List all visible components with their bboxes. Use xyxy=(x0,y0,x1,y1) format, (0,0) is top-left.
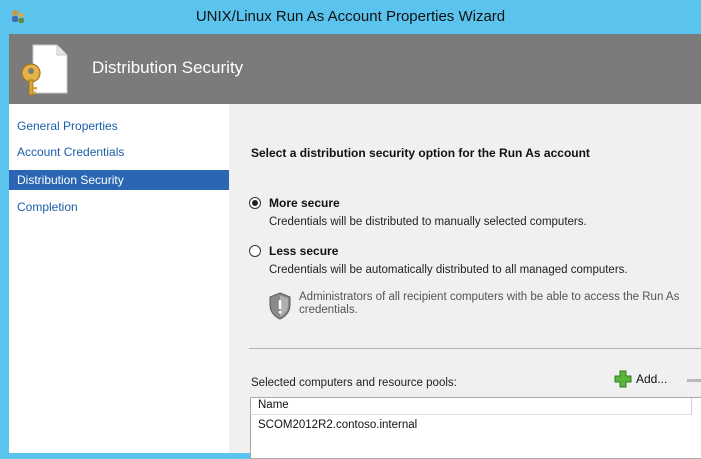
info-text-line-1: Administrators of all recipient computer… xyxy=(299,291,680,303)
add-button-label[interactable]: Add... xyxy=(636,372,667,386)
wizard-window: UNIX/Linux Run As Account Properties Wiz… xyxy=(0,0,701,459)
pools-list[interactable]: Name SCOM2012R2.contoso.internal xyxy=(250,397,701,459)
add-button[interactable]: Add... xyxy=(614,368,667,390)
section-heading: Select a distribution security option fo… xyxy=(251,146,590,160)
plus-icon xyxy=(614,370,632,388)
list-item[interactable]: SCOM2012R2.contoso.internal xyxy=(258,419,417,431)
wizard-nav: General Properties Account Credentials D… xyxy=(9,104,229,453)
column-header-name[interactable]: Name xyxy=(251,398,692,415)
separator xyxy=(249,348,701,349)
page-title: Distribution Security xyxy=(92,58,244,77)
window-title: UNIX/Linux Run As Account Properties Wiz… xyxy=(195,8,506,25)
pools-label: Selected computers and resource pools: xyxy=(251,377,457,389)
more-secure-description: Credentials will be distributed to manua… xyxy=(269,216,587,228)
content-pane: Select a distribution security option fo… xyxy=(229,104,701,459)
page-header: Distribution Security xyxy=(9,34,701,104)
column-header-label: Name xyxy=(258,399,289,411)
remove-icon[interactable] xyxy=(687,379,701,382)
document-key-icon xyxy=(21,44,68,96)
info-text: Administrators of all recipient computer… xyxy=(299,291,701,317)
nav-item-completion[interactable]: Completion xyxy=(9,197,229,217)
radio-label-more-secure[interactable]: More secure xyxy=(269,196,340,210)
info-text-line-2: credentials. xyxy=(299,304,358,316)
less-secure-description: Credentials will be automatically distri… xyxy=(269,264,628,276)
radio-label-less-secure[interactable]: Less secure xyxy=(269,244,338,258)
radio-button-unchecked[interactable] xyxy=(249,245,261,257)
shield-icon xyxy=(269,292,291,320)
radio-button-checked[interactable] xyxy=(249,197,261,209)
nav-item-distribution-security[interactable]: Distribution Security xyxy=(9,170,229,190)
nav-item-account-credentials[interactable]: Account Credentials xyxy=(9,142,229,162)
title-bar[interactable]: UNIX/Linux Run As Account Properties Wiz… xyxy=(0,0,701,34)
nav-item-general-properties[interactable]: General Properties xyxy=(9,116,229,136)
